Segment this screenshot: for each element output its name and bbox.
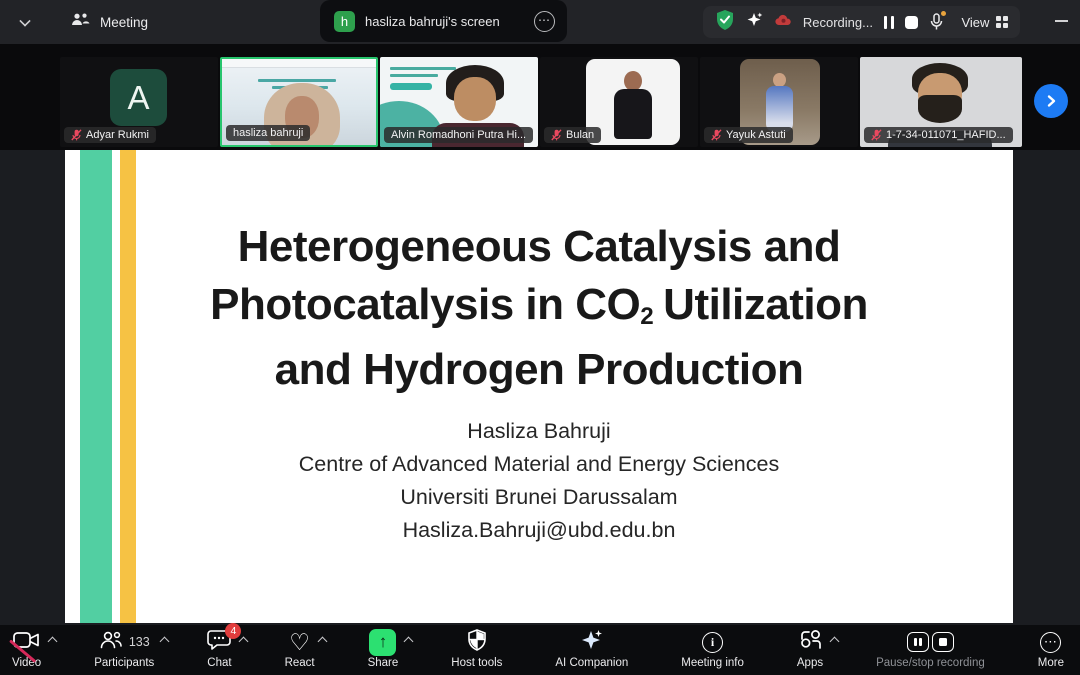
shared-screen-area: Heterogeneous Catalysis and Photocatalys…: [0, 150, 1080, 625]
screen-share-tab[interactable]: h hasliza bahruji's screen ⋯: [320, 0, 567, 42]
share-screen-icon: ↑: [369, 629, 396, 656]
tab-options-ellipsis-icon[interactable]: ⋯: [534, 11, 555, 32]
slide-author: Hasliza Bahruji: [65, 415, 1013, 448]
share-options-chevron[interactable]: [404, 637, 414, 647]
camera-icon: [13, 630, 40, 655]
muted-mic-icon: [551, 129, 562, 141]
participants-icon: [99, 630, 123, 655]
title-bar: Meeting h hasliza bahruji's screen ⋯ Rec…: [0, 0, 1080, 44]
pause-stop-recording-button[interactable]: Pause/stop recording: [876, 630, 985, 669]
meeting-toolbar: Video 133 Participants 4 Chat: [0, 625, 1080, 675]
zoom-meeting-window: Meeting h hasliza bahruji's screen ⋯ Rec…: [0, 0, 1080, 675]
stop-recording-icon[interactable]: [905, 16, 918, 29]
mic-activity-dot: [941, 11, 946, 16]
video-options-chevron[interactable]: [48, 637, 58, 647]
ai-companion-button[interactable]: AI Companion: [555, 630, 628, 669]
participant-name: Adyar Rukmi: [86, 129, 149, 141]
heart-icon: ♡: [289, 632, 310, 652]
screen-share-tab-label: hasliza bahruji's screen: [365, 14, 534, 29]
slide-title-line3: and Hydrogen Production: [65, 341, 1013, 399]
meeting-tab-label: Meeting: [100, 15, 148, 30]
participant-tile-bulan[interactable]: Bulan: [540, 57, 698, 147]
chevron-right-icon: [1044, 94, 1058, 108]
participants-options-chevron[interactable]: [159, 637, 169, 647]
slide-author-block: Hasliza Bahruji Centre of Advanced Mater…: [65, 415, 1013, 547]
meeting-info-button[interactable]: i Meeting info: [681, 630, 744, 669]
muted-mic-icon: [711, 129, 722, 141]
slide-title-line1: Heterogeneous Catalysis and: [65, 218, 1013, 276]
slide-title: Heterogeneous Catalysis and Photocatalys…: [65, 218, 1013, 399]
video-button[interactable]: Video: [12, 630, 41, 669]
ai-sparkle-icon[interactable]: [746, 11, 764, 34]
view-label: View: [961, 15, 989, 30]
participant-tile-adyar[interactable]: A Adyar Rukmi: [60, 57, 218, 147]
participant-tile-hafid[interactable]: 1-7-34-011071_HAFID...: [860, 57, 1022, 147]
participant-name: hasliza bahruji: [233, 127, 303, 139]
ai-companion-sparkle-icon: [580, 628, 604, 657]
slide-affiliation: Centre of Advanced Material and Energy S…: [65, 448, 1013, 481]
apps-button[interactable]: Apps: [797, 630, 823, 669]
slide-title-line2: Photocatalysis in CO2Utilization: [65, 276, 1013, 341]
participant-name: Yayuk Astuti: [726, 129, 786, 141]
slide-university: Universiti Brunei Darussalam: [65, 481, 1013, 514]
participant-tile-alvin[interactable]: Alvin Romadhoni Putra Hi...: [380, 57, 538, 147]
avatar-initial: A: [110, 69, 167, 126]
apps-icon: [799, 629, 822, 656]
chat-bubble-icon: 4: [207, 629, 231, 655]
stop-recording-icon[interactable]: [932, 632, 954, 652]
participant-video-strip: A Adyar Rukmi hasliza bahruji Alv: [0, 44, 1080, 150]
view-button[interactable]: View: [961, 15, 1008, 30]
participant-tile-hasliza[interactable]: hasliza bahruji: [220, 57, 378, 147]
host-tools-button[interactable]: Host tools: [451, 630, 502, 669]
collapse-chevron-icon[interactable]: [20, 16, 30, 26]
more-ellipsis-icon: ⋯: [1040, 632, 1061, 653]
minimize-button[interactable]: [1055, 20, 1068, 22]
react-options-chevron[interactable]: [317, 637, 327, 647]
slide-email: Hasliza.Bahruji@ubd.edu.bn: [65, 514, 1013, 547]
participant-name: 1-7-34-011071_HAFID...: [886, 129, 1006, 141]
security-shield-icon[interactable]: [715, 9, 735, 36]
chat-unread-badge: 4: [225, 623, 241, 639]
share-button[interactable]: ↑ Share: [368, 630, 399, 669]
participant-name: Alvin Romadhoni Putra Hi...: [391, 129, 526, 141]
muted-mic-icon: [71, 129, 82, 141]
participant-tile-yayuk[interactable]: Yayuk Astuti: [700, 57, 858, 147]
microphone-icon[interactable]: [929, 13, 944, 32]
recording-cloud-icon: [775, 13, 792, 31]
muted-mic-icon: [871, 129, 882, 141]
slide-accent-stripe-teal: [80, 150, 112, 623]
react-button[interactable]: ♡ React: [285, 630, 315, 669]
participants-group-icon: [70, 12, 91, 33]
info-icon: i: [702, 632, 723, 653]
pause-recording-icon[interactable]: [907, 632, 929, 652]
status-cluster: Recording... View: [703, 6, 1020, 38]
next-participants-button[interactable]: [1034, 84, 1068, 118]
view-grid-icon: [996, 16, 1008, 28]
more-button[interactable]: ⋯ More: [1038, 630, 1064, 669]
meeting-tab[interactable]: Meeting: [70, 0, 148, 44]
participants-button[interactable]: 133 Participants: [94, 630, 154, 669]
participant-name: Bulan: [566, 129, 594, 141]
chat-button[interactable]: 4 Chat: [207, 630, 231, 669]
presentation-slide: Heterogeneous Catalysis and Photocatalys…: [65, 150, 1013, 623]
apps-options-chevron[interactable]: [829, 637, 839, 647]
chat-options-chevron[interactable]: [239, 637, 249, 647]
pause-recording-icon[interactable]: [884, 16, 895, 29]
host-tools-shield-icon: [467, 629, 487, 656]
recording-status-label: Recording...: [803, 15, 873, 30]
participant-count: 133: [129, 635, 150, 649]
slide-accent-stripe-yellow: [120, 150, 136, 623]
sharer-avatar: h: [334, 11, 355, 32]
